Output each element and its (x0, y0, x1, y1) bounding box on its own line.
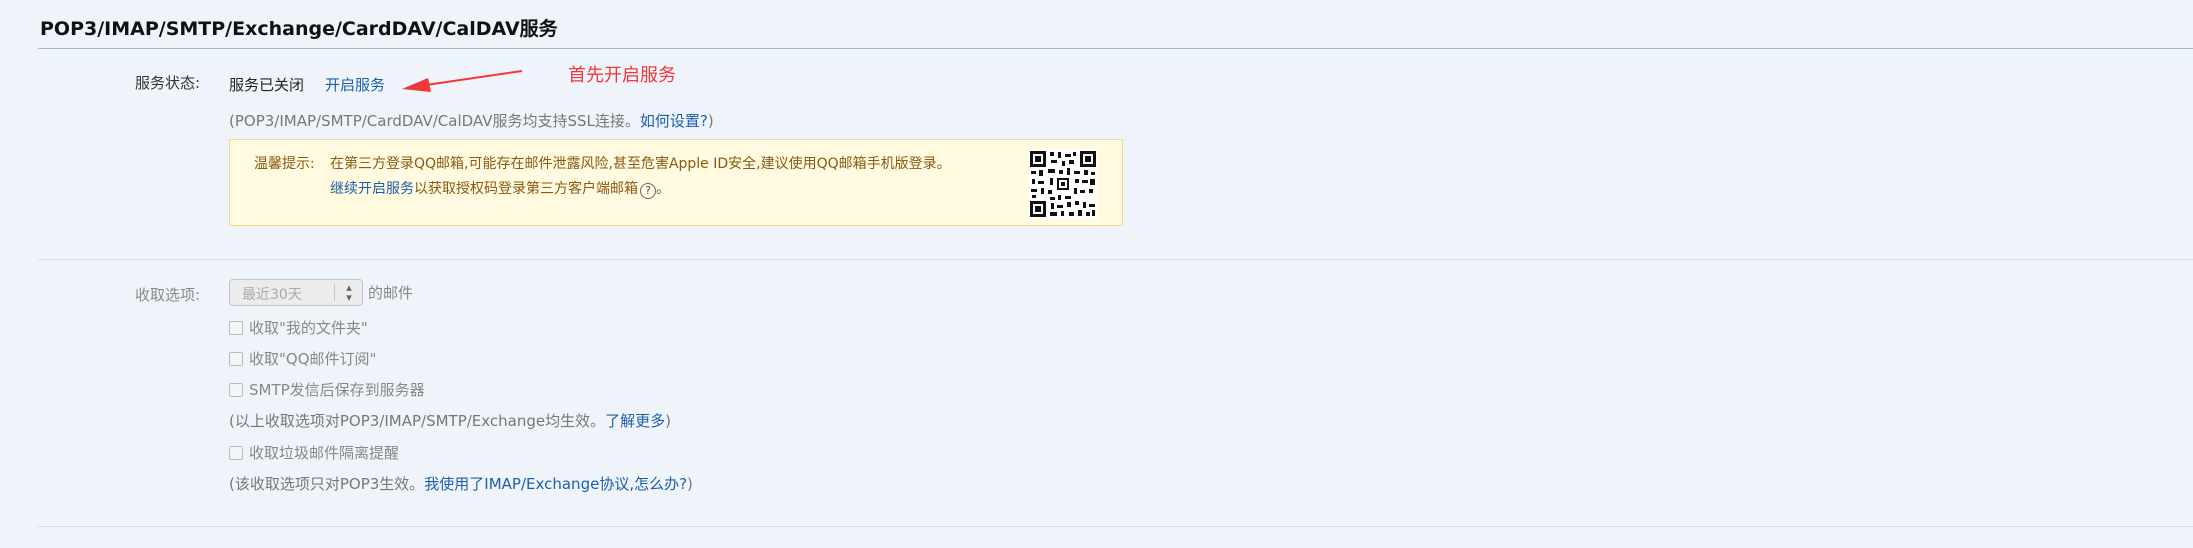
section-divider (38, 259, 2193, 260)
question-circle-icon[interactable]: ? (640, 183, 656, 199)
smtp-save-checkbox[interactable] (229, 383, 243, 397)
select-separator (334, 284, 335, 301)
ssl-note-close: ) (707, 112, 714, 130)
fetch-note-2-close: ) (687, 475, 693, 493)
fetch-note-2: (该收取选项只对POP3生效。我使用了IMAP/Exchange协议,怎么办?) (229, 473, 693, 494)
annotation-arrow (402, 70, 523, 92)
bottom-divider (38, 526, 2193, 527)
ssl-note-text: (POP3/IMAP/SMTP/CardDAV/CalDAV服务均支持SSL连接… (229, 112, 640, 130)
how-to-setup-link[interactable]: 如何设置? (640, 112, 708, 130)
tip-line2-text: 以获取授权码登录第三方客户端邮箱 (414, 181, 638, 197)
qr-code (1029, 150, 1097, 218)
my-folders-label: 收取"我的文件夹" (249, 319, 368, 337)
spam-notice-checkbox[interactable] (229, 446, 243, 460)
option-spam-notice: 收取垃圾邮件隔离提醒 (229, 442, 399, 463)
tip-label: 温馨提示: (254, 156, 315, 172)
learn-more-link[interactable]: 了解更多 (605, 412, 665, 430)
tip-line1: 在第三方登录QQ邮箱,可能存在邮件泄露风险,甚至危害Apple ID安全,建议使… (330, 156, 951, 172)
fetch-range-value: 最近30天 (242, 287, 302, 303)
service-status-value: 服务已关闭 (229, 76, 305, 94)
continue-enable-link[interactable]: 继续开启服务 (330, 181, 414, 197)
tip-line2: 继续开启服务以获取授权码登录第三方客户端邮箱?。 (330, 181, 670, 199)
title-divider (38, 48, 2193, 49)
imap-exchange-help-link[interactable]: 我使用了IMAP/Exchange协议,怎么办? (424, 475, 687, 493)
section-title: POP3/IMAP/SMTP/Exchange/CardDAV/CalDAV服务 (40, 18, 558, 40)
smtp-save-label: SMTP发信后保存到服务器 (249, 381, 425, 399)
fetch-note-1-text: (以上收取选项对POP3/IMAP/SMTP/Exchange均生效。 (229, 412, 606, 430)
option-qq-subscription: 收取"QQ邮件订阅" (229, 348, 376, 369)
ssl-note: (POP3/IMAP/SMTP/CardDAV/CalDAV服务均支持SSL连接… (229, 110, 714, 131)
option-my-folders: 收取"我的文件夹" (229, 317, 368, 338)
service-status-label: 服务状态: (135, 74, 201, 92)
up-down-chevron-icon: ▴ ▾ (346, 281, 352, 304)
fetch-note-1: (以上收取选项对POP3/IMAP/SMTP/Exchange均生效。了解更多) (229, 410, 671, 431)
option-smtp-save: SMTP发信后保存到服务器 (229, 379, 425, 400)
fetch-range-select[interactable]: 最近30天 ▴ ▾ (229, 279, 363, 306)
my-folders-checkbox[interactable] (229, 321, 243, 335)
spam-notice-label: 收取垃圾邮件隔离提醒 (249, 444, 400, 462)
fetch-options-label: 收取选项: (135, 286, 201, 304)
annotation-text: 首先开启服务 (568, 65, 676, 86)
fetch-note-2-text: (该收取选项只对POP3生效。 (229, 475, 425, 493)
fetch-note-1-close: ) (665, 412, 671, 430)
fetch-range-suffix: 的邮件 (368, 284, 414, 302)
qq-subscription-label: 收取"QQ邮件订阅" (249, 350, 377, 368)
enable-service-link[interactable]: 开启服务 (325, 74, 385, 95)
qq-subscription-checkbox[interactable] (229, 352, 243, 366)
